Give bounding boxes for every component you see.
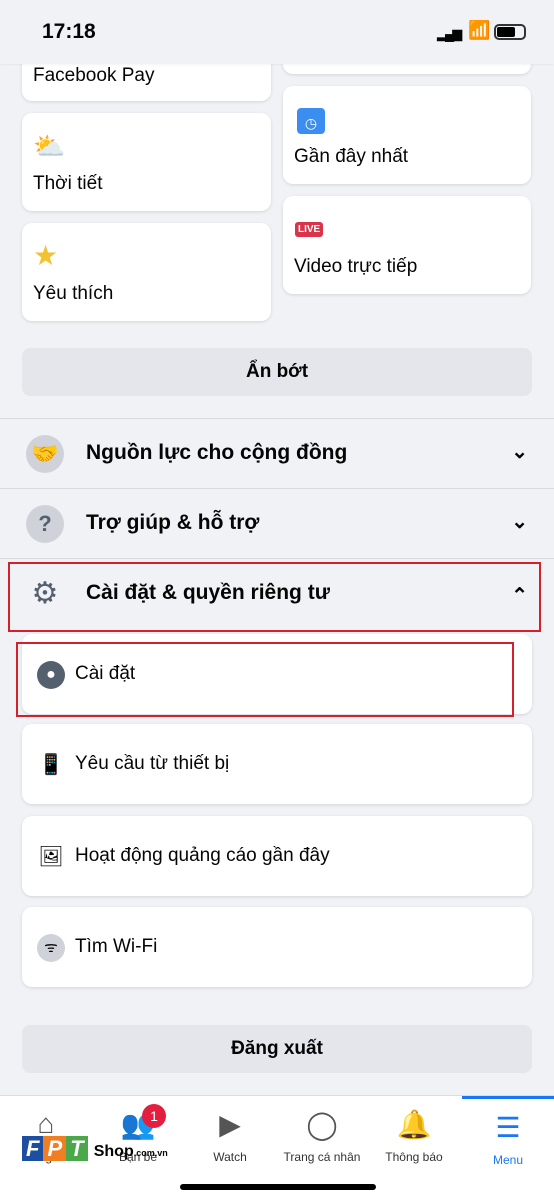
- item-label: Hoạt động quảng cáo gần đây: [75, 845, 330, 866]
- bottom-nav: ⌂Bảng tin 👥Bạn bè1 ▶Watch ◯Trang cá nhân…: [0, 1095, 554, 1200]
- watch-icon: ▶: [219, 1109, 241, 1140]
- nav-profile[interactable]: ◯ Trang cá nhân: [276, 1096, 368, 1176]
- home-indicator: [180, 1184, 376, 1190]
- handshake-icon: 🤝: [26, 435, 64, 473]
- shortcut-label: Thời tiết: [33, 173, 103, 194]
- shortcut-live-video[interactable]: LIVE Video trực tiếp: [283, 196, 531, 294]
- ad-activity-icon: 🖼: [38, 846, 64, 868]
- signal-icon: ▂▄▆: [437, 26, 462, 41]
- status-time: 17:18: [42, 20, 96, 43]
- nav-menu[interactable]: ☰ Menu: [462, 1096, 554, 1176]
- recent-icon: ◷: [297, 108, 325, 134]
- live-icon: LIVE: [295, 222, 324, 237]
- wifi-icon: ᯤ: [37, 934, 65, 962]
- find-wifi-item[interactable]: ᯤ Tìm Wi-Fi: [22, 907, 532, 987]
- fpt-shop-watermark: FPT Shop.com.vn: [22, 1136, 168, 1162]
- chevron-down-icon: ⌄: [511, 511, 528, 533]
- nav-label: Thông báo: [385, 1150, 443, 1164]
- nav-notifications[interactable]: 🔔 Thông báo: [368, 1096, 460, 1176]
- profile-icon: ◯: [306, 1109, 338, 1140]
- section-label: Trợ giúp & hỗ trợ: [86, 511, 260, 534]
- device-requests-item[interactable]: 📱 Yêu cầu từ thiết bị: [22, 724, 532, 804]
- nav-label: Trang cá nhân: [283, 1150, 361, 1164]
- section-label: Nguồn lực cho cộng đồng: [86, 441, 348, 464]
- menu-icon: ☰: [495, 1112, 521, 1143]
- bell-icon: 🔔: [396, 1109, 432, 1140]
- weather-icon: ⛅: [33, 131, 66, 161]
- recent-ad-activity-item[interactable]: 🖼 Hoạt động quảng cáo gần đây: [22, 816, 532, 896]
- shortcut-favorites[interactable]: ★ Yêu thích: [22, 223, 271, 321]
- nav-label: Watch: [213, 1150, 247, 1164]
- highlight-box: [16, 642, 514, 717]
- shortcut-weather[interactable]: ⛅ Thời tiết: [22, 113, 271, 211]
- item-label: Tìm Wi-Fi: [75, 936, 158, 957]
- highlight-box: [8, 562, 541, 632]
- device-icon: 📱: [38, 754, 64, 776]
- item-label: Yêu cầu từ thiết bị: [75, 753, 230, 774]
- nav-label: Menu: [492, 1153, 524, 1167]
- star-icon: ★: [33, 240, 59, 271]
- section-help-support[interactable]: ? Trợ giúp & hỗ trợ ⌄: [0, 488, 554, 558]
- shortcut-label: Gần đây nhất: [294, 146, 409, 167]
- wifi-status-icon: 📶: [468, 20, 491, 40]
- battery-icon: [494, 24, 526, 40]
- status-bar: 17:18 ▂▄▆ 📶: [0, 0, 554, 64]
- shortcut-label: Video trực tiếp: [294, 256, 418, 277]
- see-less-button[interactable]: Ẩn bớt: [22, 348, 532, 396]
- shortcut-label: Facebook Pay: [33, 65, 155, 86]
- logout-button[interactable]: Đăng xuất: [22, 1025, 532, 1073]
- shortcut-recent[interactable]: ◷ Gần đây nhất: [283, 86, 531, 184]
- notification-badge: 1: [142, 1104, 166, 1128]
- nav-watch[interactable]: ▶ Watch: [184, 1096, 276, 1176]
- help-icon: ?: [26, 505, 64, 543]
- section-community-resources[interactable]: 🤝 Nguồn lực cho cộng đồng ⌄: [0, 418, 554, 488]
- chevron-down-icon: ⌄: [511, 441, 528, 463]
- shortcut-label: Yêu thích: [33, 283, 114, 304]
